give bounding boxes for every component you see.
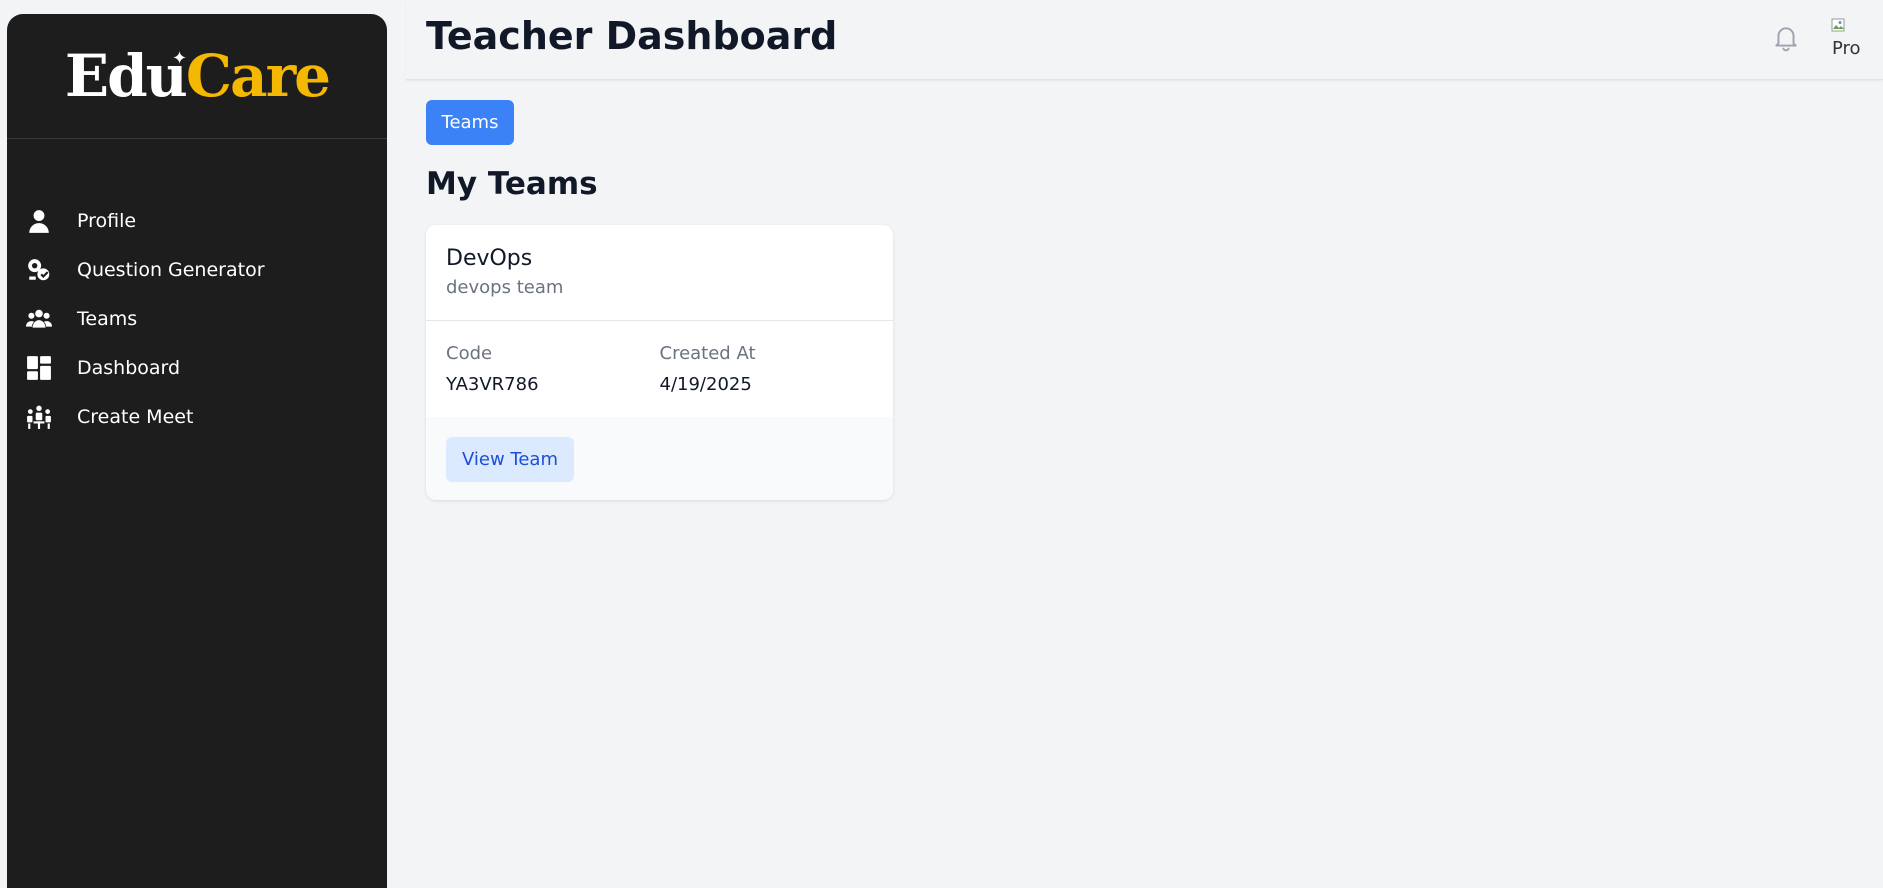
team-code-value: YA3VR786 — [446, 374, 539, 395]
team-code-field: Code YA3VR786 — [446, 343, 660, 417]
question-generator-icon — [25, 256, 53, 284]
user-icon — [25, 207, 53, 235]
sidebar: ✦ Edu Care Profile Question Generator Tea… — [7, 14, 387, 888]
brand-logo-edu: Edu — [64, 42, 188, 110]
dashboard-grid-icon — [25, 354, 53, 382]
avatar[interactable]: Pro — [1829, 18, 1867, 56]
tab-teams[interactable]: Teams — [426, 100, 514, 145]
team-created-field: Created At 4/19/2025 — [660, 343, 874, 417]
team-code-label: Code — [446, 343, 493, 364]
users-group-icon — [25, 305, 53, 333]
sparkle-icon: ✦ — [172, 48, 187, 69]
team-created-value: 4/19/2025 — [659, 374, 752, 395]
sidebar-nav: Profile Question Generator Teams Dashboa… — [7, 196, 387, 441]
bell-icon[interactable] — [1773, 24, 1799, 52]
broken-image-icon — [1831, 18, 1845, 32]
sidebar-item-label: Profile — [77, 209, 137, 232]
team-created-label: Created At — [659, 343, 756, 364]
team-card: DevOps devops team Code YA3VR786 Created… — [426, 225, 893, 500]
sidebar-item-label: Teams — [77, 307, 138, 330]
sidebar-item-label: Question Generator — [77, 258, 265, 281]
sidebar-item-dashboard[interactable]: Dashboard — [7, 343, 387, 392]
sidebar-item-label: Dashboard — [77, 356, 181, 379]
sidebar-item-teams[interactable]: Teams — [7, 294, 387, 343]
meeting-icon — [25, 403, 53, 431]
view-team-button[interactable]: View Team — [446, 437, 574, 482]
team-description: devops team — [446, 277, 564, 298]
team-card-footer: View Team — [426, 417, 893, 500]
avatar-alt-text: Pro — [1832, 38, 1861, 56]
sidebar-item-profile[interactable]: Profile — [7, 196, 387, 245]
team-card-details: Code YA3VR786 Created At 4/19/2025 — [426, 321, 893, 417]
top-bar: Teacher Dashboard Pro — [406, 0, 1883, 80]
sidebar-item-question-generator[interactable]: Question Generator — [7, 245, 387, 294]
section-title: My Teams — [426, 166, 598, 202]
team-card-header: DevOps devops team — [426, 225, 893, 321]
page-title: Teacher Dashboard — [426, 14, 838, 58]
brand-logo[interactable]: ✦ Edu Care — [7, 14, 387, 139]
team-name: DevOps — [446, 246, 533, 271]
sidebar-item-label: Create Meet — [77, 405, 194, 428]
brand-logo-care: Care — [185, 42, 331, 110]
sidebar-item-create-meet[interactable]: Create Meet — [7, 392, 387, 441]
